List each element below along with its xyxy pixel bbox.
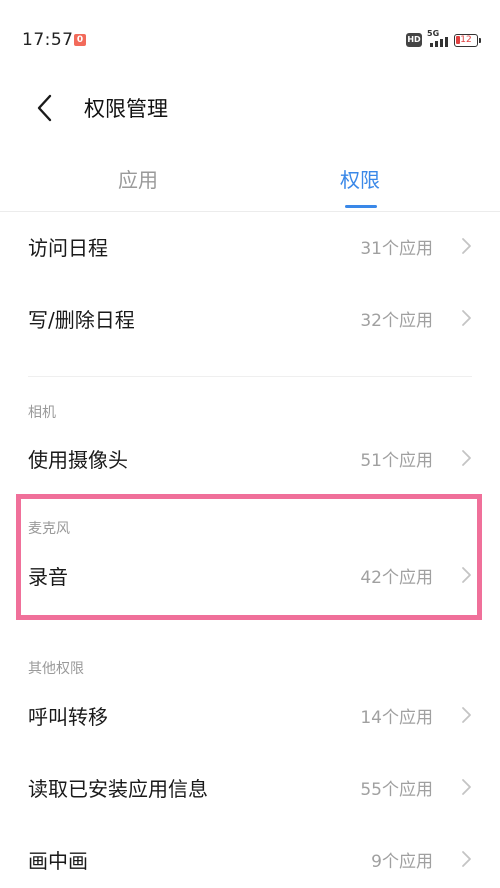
tab-permissions[interactable]: 权限 xyxy=(340,164,380,193)
status-time: 17:57 xyxy=(22,30,74,50)
list-item-call-forwarding[interactable]: 呼叫转移 14个应用 xyxy=(0,687,500,743)
highlight-box xyxy=(16,494,482,620)
row-count: 31个应用 xyxy=(360,239,433,259)
tabs-divider xyxy=(0,211,500,212)
active-tab-indicator xyxy=(345,205,377,208)
battery-icon: 12 xyxy=(454,33,481,47)
row-label: 读取已安装应用信息 xyxy=(28,777,208,801)
section-label-camera: 相机 xyxy=(28,405,56,421)
chevron-right-icon xyxy=(462,779,471,795)
hd-icon: HD xyxy=(406,33,422,47)
tab-apps[interactable]: 应用 xyxy=(118,164,158,193)
chevron-right-icon xyxy=(462,707,471,723)
section-divider xyxy=(28,376,472,377)
row-label: 访问日程 xyxy=(28,236,108,260)
list-item-write-calendar[interactable]: 写/删除日程 32个应用 xyxy=(0,290,500,346)
status-bar: 17:57 0 HD 5G 12 xyxy=(0,0,500,80)
list-item-read-installed-apps[interactable]: 读取已安装应用信息 55个应用 xyxy=(0,759,500,815)
row-count: 51个应用 xyxy=(360,451,433,471)
row-count: 14个应用 xyxy=(360,708,433,728)
row-label: 呼叫转移 xyxy=(28,705,108,729)
chevron-right-icon xyxy=(462,238,471,254)
row-count: 9个应用 xyxy=(371,852,433,872)
chevron-right-icon xyxy=(462,310,471,326)
list-item-picture-in-picture[interactable]: 画中画 9个应用 xyxy=(0,831,500,887)
row-label: 画中画 xyxy=(28,849,88,873)
row-label: 使用摄像头 xyxy=(28,448,128,472)
row-count: 32个应用 xyxy=(360,311,433,331)
section-label-other: 其他权限 xyxy=(28,661,84,677)
notification-badge: 0 xyxy=(74,34,86,46)
page-title: 权限管理 xyxy=(84,97,168,121)
list-item-use-camera[interactable]: 使用摄像头 51个应用 xyxy=(0,430,500,486)
header: 权限管理 xyxy=(0,80,500,136)
chevron-right-icon xyxy=(462,851,471,867)
list-item-access-calendar[interactable]: 访问日程 31个应用 xyxy=(0,218,500,274)
tab-bar: 应用 权限 xyxy=(0,150,500,212)
chevron-left-icon xyxy=(37,94,52,122)
status-icons: HD 5G 12 xyxy=(406,29,481,50)
back-button[interactable] xyxy=(30,90,66,126)
chevron-right-icon xyxy=(462,450,471,466)
row-label: 写/删除日程 xyxy=(28,308,135,332)
row-count: 55个应用 xyxy=(360,780,433,800)
signal-icon: 5G xyxy=(427,29,449,49)
